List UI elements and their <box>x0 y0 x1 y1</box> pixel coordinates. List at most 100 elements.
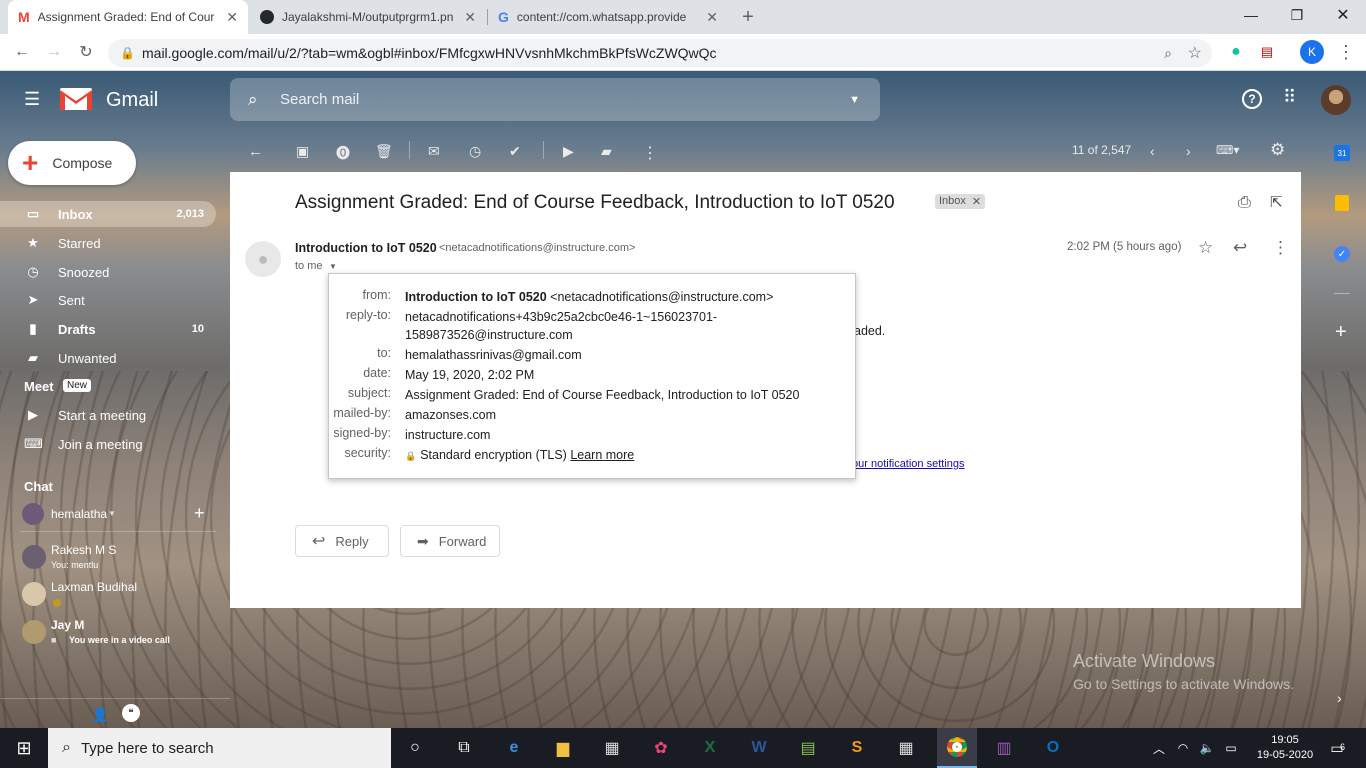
profile-avatar[interactable]: K <box>1300 40 1324 64</box>
back-icon[interactable]: ← <box>10 40 34 64</box>
snooze-icon[interactable]: ◷ <box>469 143 481 160</box>
nav-drafts[interactable]: ▮ Drafts 10 <box>0 316 216 342</box>
hangouts-icon[interactable]: ❝ <box>122 704 140 722</box>
star-message-icon[interactable]: ☆ <box>1198 238 1213 258</box>
apps-grid-icon[interactable]: ⠿ <box>1283 87 1296 108</box>
add-task-icon[interactable]: ✔ <box>509 143 521 160</box>
print-icon[interactable]: ⎙ <box>1238 194 1251 212</box>
message-more-icon[interactable]: ⋮ <box>1272 238 1289 258</box>
close-tab-icon[interactable]: ✕ <box>706 9 718 26</box>
back-to-inbox-icon[interactable]: ← <box>248 143 263 160</box>
mark-unread-icon[interactable]: ✉ <box>428 143 440 160</box>
settings-gear-icon[interactable]: ⚙ <box>1270 140 1285 160</box>
volume-icon[interactable]: 🔈 <box>1196 728 1218 768</box>
search-icon[interactable]: ⌕ <box>248 90 258 110</box>
labels-icon[interactable]: ▰ <box>601 143 612 160</box>
nav-inbox[interactable]: ▭ Inbox 2,013 <box>0 201 216 227</box>
activation-watermark-subtitle: Go to Settings to activate Windows. <box>1073 676 1294 692</box>
bookmark-star-icon[interactable]: ☆ <box>1188 43 1202 63</box>
pdf-extension-icon[interactable]: ▤ <box>1255 40 1279 64</box>
sublime-icon[interactable]: S <box>839 728 875 768</box>
get-addons-icon[interactable]: + <box>1335 321 1347 344</box>
status-dropdown-icon[interactable]: ▼ <box>108 509 116 518</box>
nav-snoozed[interactable]: ◷ Snoozed <box>0 259 216 285</box>
new-chat-icon[interactable]: + <box>194 503 205 524</box>
reply-icon[interactable]: ↩ <box>1233 238 1247 258</box>
join-meeting-button[interactable]: ⌨ Join a meeting <box>0 431 216 457</box>
windows-start-icon[interactable]: ⊞ <box>0 728 48 768</box>
self-avatar[interactable] <box>22 503 44 525</box>
show-details-icon[interactable]: ▼ <box>329 262 337 271</box>
close-tab-icon[interactable]: ✕ <box>226 9 238 26</box>
move-to-icon[interactable]: ▶ <box>563 143 574 160</box>
search-options-icon[interactable]: ▼ <box>849 94 860 106</box>
remove-label-icon[interactable]: ✕ <box>972 195 981 208</box>
paint-icon[interactable]: ✿ <box>643 728 679 768</box>
notification-settings-link[interactable]: our notification settings <box>852 458 965 470</box>
chat-contact[interactable]: Jay M ■ You were in a video call <box>20 618 220 652</box>
show-hidden-icons[interactable]: ︿ <box>1148 728 1170 768</box>
excel-icon[interactable]: X <box>692 728 728 768</box>
close-tab-icon[interactable]: ✕ <box>464 9 476 26</box>
report-spam-icon[interactable]: ⓿ <box>336 143 350 163</box>
delete-icon[interactable]: 🗑 <box>375 143 393 160</box>
main-menu-icon[interactable]: ☰ <box>24 89 40 110</box>
chrome-menu-icon[interactable]: ⋮ <box>1334 40 1358 64</box>
nav-sent[interactable]: ➤ Sent <box>0 287 216 313</box>
contacts-person-icon[interactable]: 👤 <box>92 707 108 723</box>
zoom-icon[interactable]: ⌕ <box>1164 45 1172 62</box>
file-explorer-icon[interactable]: ▆ <box>545 728 581 768</box>
action-center-icon[interactable]: ▭ 6 <box>1322 728 1352 768</box>
reload-icon[interactable]: ↻ <box>74 40 98 64</box>
word-icon[interactable]: W <box>741 728 777 768</box>
older-icon[interactable]: › <box>1186 143 1191 159</box>
forward-button[interactable]: ➡ Forward <box>400 525 500 557</box>
close-window-icon[interactable]: ✕ <box>1320 0 1366 30</box>
grammarly-extension-icon[interactable]: ● <box>1224 40 1248 64</box>
chat-self-name[interactable]: hemalatha <box>51 507 107 521</box>
task-view-icon[interactable]: ⧉ <box>446 728 482 768</box>
more-options-icon[interactable]: ⋮ <box>642 143 658 163</box>
nav-starred[interactable]: ★ Starred <box>0 230 216 256</box>
reply-button[interactable]: ↩ Reply <box>295 525 389 557</box>
outlook-icon[interactable]: O <box>1035 728 1071 768</box>
address-bar[interactable]: 🔒 mail.google.com/mail/u/2/?tab=wm&ogbl#… <box>108 39 1212 67</box>
store-icon[interactable]: ▦ <box>594 728 630 768</box>
chrome-taskbar-icon[interactable] <box>937 728 977 768</box>
learn-more-link[interactable]: Learn more <box>570 448 634 462</box>
tasks-icon[interactable]: ✓ <box>1334 246 1350 262</box>
archive-icon[interactable]: ▣ <box>296 143 309 160</box>
forward-icon[interactable]: → <box>42 40 66 64</box>
minimize-icon[interactable]: — <box>1228 0 1274 30</box>
input-tools-icon[interactable]: ⌨▾ <box>1216 143 1239 157</box>
expand-panel-icon[interactable]: › <box>1337 690 1342 706</box>
edge-icon[interactable]: e <box>496 728 532 768</box>
gmail-logo-icon[interactable] <box>60 86 92 110</box>
compose-button[interactable]: + Compose <box>8 141 136 185</box>
calculator-icon[interactable]: ▦ <box>888 728 924 768</box>
chat-contact[interactable]: Rakesh M S You: mentlu <box>20 543 220 577</box>
newer-icon[interactable]: ‹ <box>1150 143 1155 159</box>
tab-github[interactable]: Jayalakshmi-M/outputprgrm1.pn ✕ <box>250 0 486 34</box>
calendar-icon[interactable]: 31 <box>1334 145 1350 161</box>
wifi-icon[interactable]: ◠ <box>1172 728 1194 768</box>
spreadsheet-icon[interactable]: ▤ <box>790 728 826 768</box>
taskbar-search-box[interactable]: ⌕ Type here to search <box>48 728 391 768</box>
help-icon[interactable]: ? <box>1242 89 1262 109</box>
chat-contact[interactable]: Laxman Budihal <box>20 580 220 614</box>
tab-gmail[interactable]: M Assignment Graded: End of Cour ✕ <box>8 0 248 34</box>
battery-icon[interactable]: ▭ <box>1220 728 1242 768</box>
winrar-icon[interactable]: ▥ <box>986 728 1022 768</box>
keep-icon[interactable] <box>1335 195 1349 211</box>
taskbar-clock[interactable]: 19:05 19-05-2020 <box>1254 728 1316 768</box>
search-input[interactable]: ⌕ Search mail ▼ <box>230 78 880 121</box>
cortana-icon[interactable]: ○ <box>397 728 433 768</box>
new-tab-button[interactable]: + <box>736 5 760 29</box>
nav-unwanted[interactable]: ▰ Unwanted <box>0 345 216 371</box>
restore-icon[interactable]: ❐ <box>1274 0 1320 30</box>
start-meeting-button[interactable]: ▶ Start a meeting <box>0 402 216 428</box>
open-new-window-icon[interactable]: ⇱ <box>1270 193 1283 211</box>
tab-whatsapp-content[interactable]: G content://com.whatsapp.provide ✕ <box>488 0 728 34</box>
video-icon: ▶ <box>28 407 38 422</box>
inbox-label-chip[interactable]: Inbox ✕ <box>935 194 986 209</box>
